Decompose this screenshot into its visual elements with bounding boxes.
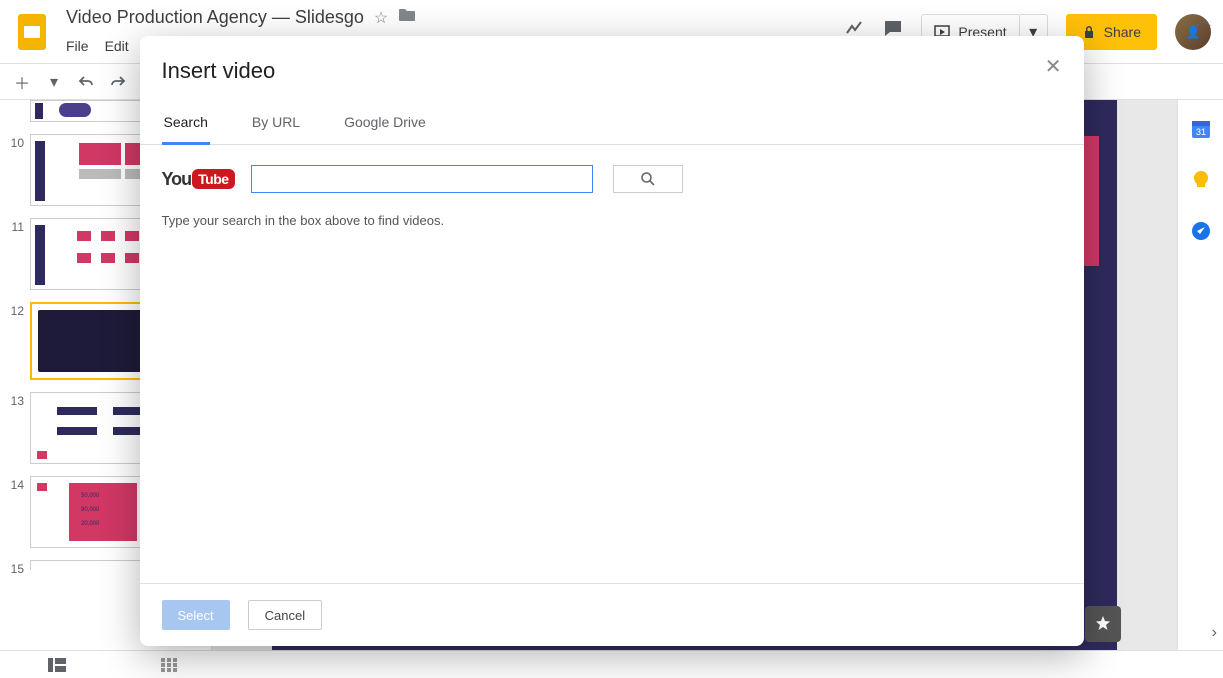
dialog-footer: Select Cancel (140, 583, 1084, 646)
modal-backdrop: Insert video ✕ Search By URL Google Driv… (0, 0, 1223, 678)
move-folder-icon[interactable] (398, 7, 416, 28)
tab-google-drive[interactable]: Google Drive (342, 104, 428, 144)
expand-side-panel-icon[interactable]: › (1212, 624, 1217, 642)
new-slide-button[interactable]: ＋ (12, 70, 32, 94)
redo-button[interactable] (108, 74, 128, 90)
collapse-icon[interactable]: ︿ (1195, 6, 1211, 30)
undo-button[interactable] (76, 74, 96, 90)
lock-icon (1082, 25, 1096, 39)
search-hint: Type your search in the box above to fin… (162, 213, 1062, 228)
thumb-number: 14 (6, 476, 30, 548)
dialog-tabs: Search By URL Google Drive (140, 92, 1084, 145)
share-label: Share (1104, 24, 1141, 40)
close-icon[interactable]: ✕ (1045, 54, 1062, 79)
tasks-icon[interactable] (1190, 220, 1212, 247)
thumb-number: 11 (6, 218, 30, 290)
filmstrip-view-icon[interactable] (46, 657, 68, 673)
doc-title[interactable]: Video Production Agency — Slidesgo (66, 7, 364, 28)
keep-icon[interactable] (1190, 169, 1212, 196)
dialog-title: Insert video (140, 36, 1084, 92)
calendar-icon[interactable]: 31 (1190, 118, 1212, 145)
menu-file[interactable]: File (66, 38, 89, 54)
select-button[interactable]: Select (162, 600, 230, 630)
menu-edit[interactable]: Edit (105, 38, 129, 54)
thumb-number: 15 (6, 560, 30, 576)
status-bar (0, 650, 1223, 678)
slides-logo[interactable] (12, 12, 52, 52)
star-icon[interactable]: ☆ (374, 8, 388, 28)
thumb-number: 13 (6, 392, 30, 464)
tab-search[interactable]: Search (162, 104, 210, 145)
cancel-button[interactable]: Cancel (248, 600, 322, 630)
new-slide-dropdown[interactable]: ▾ (44, 72, 64, 92)
explore-button[interactable] (1085, 606, 1121, 642)
search-icon (640, 171, 656, 187)
thumb-number: 12 (6, 302, 30, 380)
youtube-logo: You Tube (162, 169, 235, 190)
youtube-logo-tube: Tube (192, 169, 234, 189)
search-button[interactable] (613, 165, 683, 193)
insert-video-dialog: Insert video ✕ Search By URL Google Driv… (140, 36, 1084, 646)
grid-view-icon[interactable] (158, 657, 180, 673)
thumb-number: 10 (6, 134, 30, 206)
tab-by-url[interactable]: By URL (250, 104, 302, 144)
svg-text:31: 31 (1195, 127, 1205, 137)
video-search-input[interactable] (251, 165, 593, 193)
youtube-logo-you: You (162, 169, 192, 190)
side-panel: 31 (1177, 100, 1223, 650)
thumb-number (6, 100, 30, 122)
